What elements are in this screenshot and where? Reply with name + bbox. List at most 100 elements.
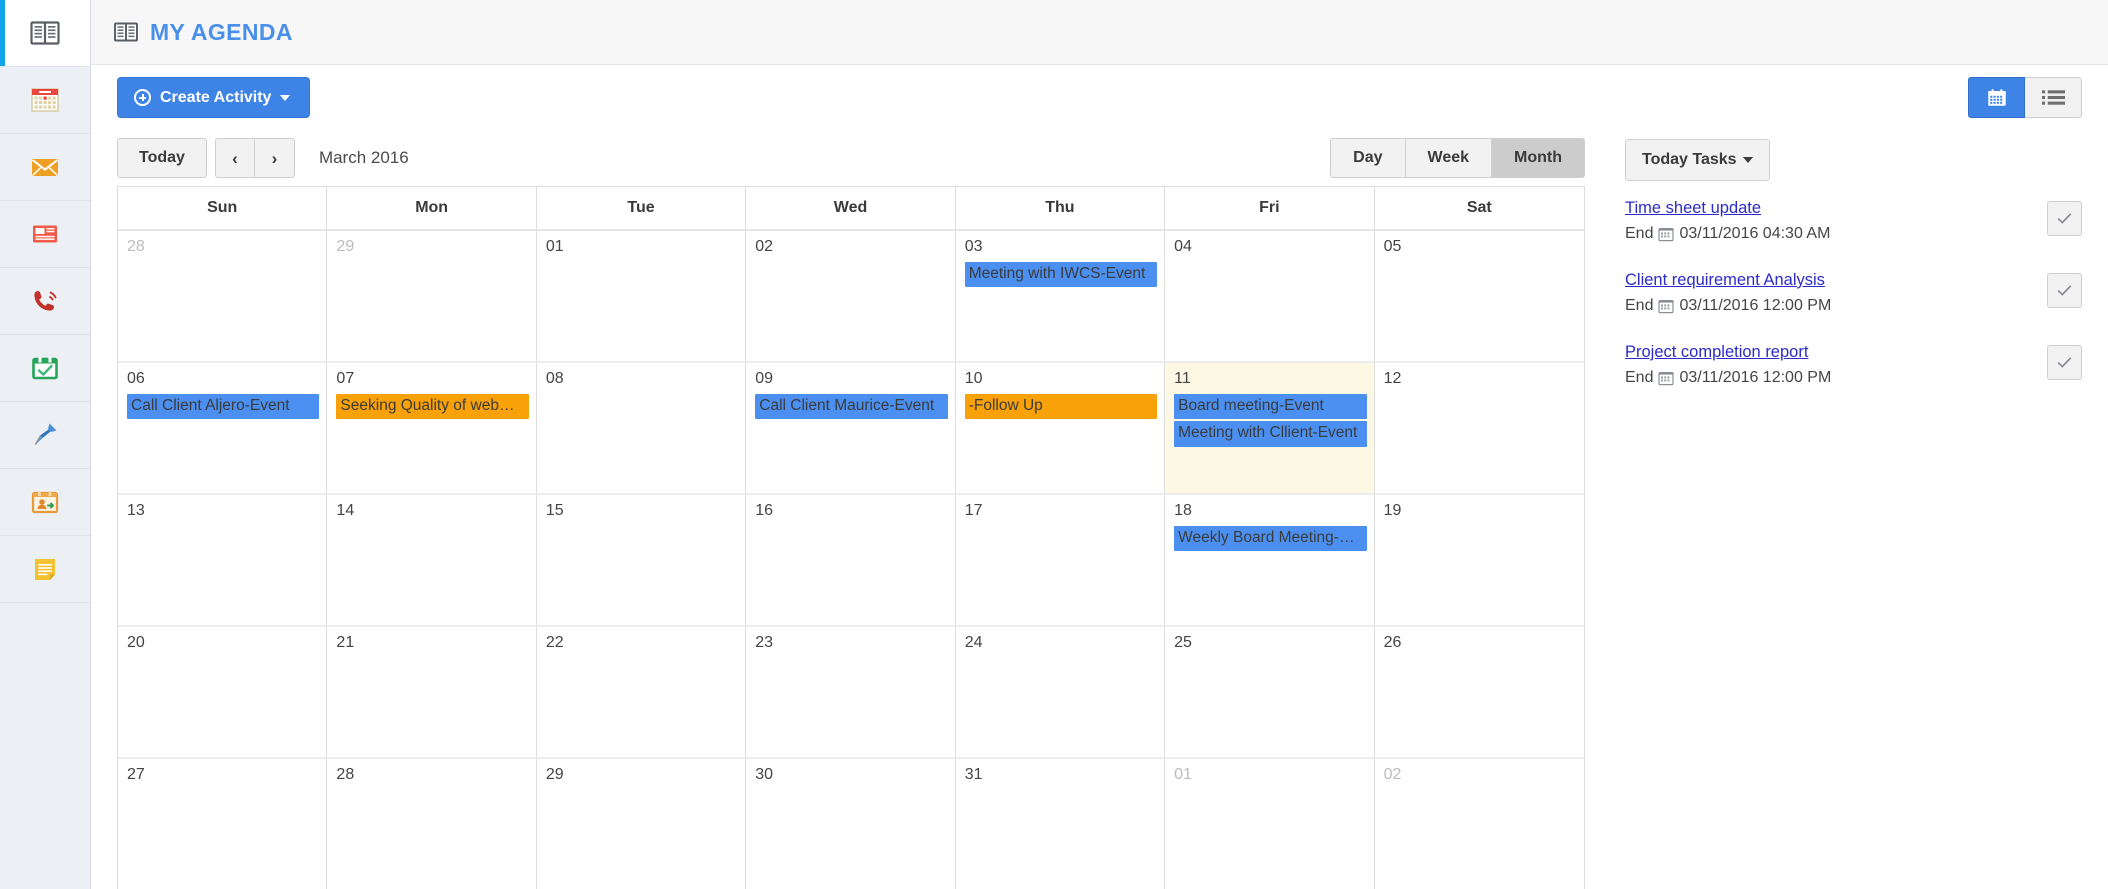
range-button-day[interactable]: Day [1330,138,1406,178]
calendar-day-cell[interactable]: 08 [537,363,747,493]
calendar-day-cell[interactable]: 10 -Follow Up [956,363,1166,493]
task-title-link[interactable]: Project completion report [1625,343,1808,362]
calendar-event[interactable]: Seeking Quality of web… [336,394,529,420]
today-tasks-dropdown[interactable]: Today Tasks [1625,139,1770,181]
task-title-link[interactable]: Time sheet update [1625,199,1761,218]
day-number: 10 [964,370,983,387]
task-complete-button[interactable] [2047,345,2082,380]
list-icon [2041,90,2065,105]
day-number: 02 [755,238,774,255]
calendar-day-cell[interactable]: 27 [118,759,328,889]
calendar-day-cell[interactable]: 25 [1165,627,1375,757]
calendar-day-cell[interactable]: 15 [537,495,747,625]
calendar-event[interactable]: Meeting with Cllient-Event [1174,421,1367,447]
calendar-day-cell[interactable]: 03 Meeting with IWCS-Event [956,231,1166,361]
rail-item-mail[interactable] [0,134,90,201]
day-number: 05 [1383,238,1402,255]
day-number: 27 [127,766,145,783]
calendar-day-cell[interactable]: 04 [1165,231,1375,361]
day-number: 29 [545,766,564,783]
calendar-day-cell[interactable]: 09 Call Client Maurice-Event [746,363,956,493]
day-number: 01 [545,238,564,255]
day-number: 20 [127,634,145,651]
calendar-day-cell[interactable]: 01 [537,231,747,361]
calendar-day-cell[interactable]: 23 [746,627,956,757]
calendar-day-headers: Sun Mon Tue Wed Thu Fri Sat [118,187,1584,231]
range-button-month[interactable]: Month [1492,138,1585,178]
rail-item-tasks[interactable] [0,335,90,402]
calendar-day-cell[interactable]: 18 Weekly Board Meeting-… [1165,495,1375,625]
day-number: 28 [336,766,355,783]
today-button[interactable]: Today [117,138,207,178]
day-number: 22 [545,634,564,651]
calendar-event[interactable]: Meeting with IWCS-Event [964,262,1158,288]
calendar-day-cell[interactable]: 24 [956,627,1166,757]
rail-item-calls[interactable] [0,268,90,335]
calendar-event[interactable]: Call Client Aljero-Event [127,394,320,420]
range-button-week[interactable]: Week [1405,138,1493,178]
rail-item-agenda[interactable] [0,0,90,67]
calendar-day-cell[interactable]: 05 [1375,231,1584,361]
calendar-week-row: 06 Call Client Aljero-Event 07 Seeking Qual… [118,363,1584,495]
calendar-day-cell[interactable]: 19 [1375,495,1584,625]
calendar-day-cell[interactable]: 21 [327,627,537,757]
calendar-day-cell[interactable]: 14 [327,495,537,625]
day-header-label: Mon [415,199,449,216]
list-view-button[interactable] [2025,77,2082,118]
calendar-day-cell[interactable]: 02 [1375,759,1584,889]
next-month-button[interactable]: › [254,138,295,178]
toolbar: Create Activity [91,65,2108,130]
chevron-down-icon [280,94,291,101]
chevron-down-icon [1742,157,1753,163]
calendar-day-cell[interactable]: 06 Call Client Aljero-Event [118,363,328,493]
calendar-event[interactable]: -Follow Up [964,394,1158,420]
calendar-day-cell[interactable]: 12 [1375,363,1584,493]
rail-item-news[interactable] [0,201,90,268]
calendar-day-cell[interactable]: 02 [746,231,956,361]
task-end-datetime: 03/11/2016 12:00 PM [1679,297,1832,314]
rail-item-notes[interactable] [0,536,90,603]
calendar-day-cell[interactable]: 13 [118,495,328,625]
view-toggle-group [1968,77,2082,118]
calendar-event[interactable]: Call Client Maurice-Event [755,394,948,420]
calendar-event[interactable]: Weekly Board Meeting-… [1174,526,1367,552]
calendar-day-cell[interactable]: 28 [327,759,537,889]
day-number: 04 [1174,238,1192,255]
day-number: 15 [545,502,564,519]
month-calendar: Sun Mon Tue Wed Thu Fri Sat 28 29 01 02 03 Meeting … [117,186,1585,889]
mini-calendar-icon [1658,227,1675,242]
calendar-day-cell[interactable]: 17 [956,495,1166,625]
news-list-icon [33,225,57,243]
rail-item-pinned[interactable] [0,402,90,469]
task-complete-button[interactable] [2047,201,2082,236]
day-number: 11 [1174,370,1191,387]
agenda-book-icon [114,22,138,42]
calendar-day-cell[interactable]: 28 [118,231,328,361]
calendar-day-cell[interactable]: 29 [327,231,537,361]
day-number: 01 [1174,766,1192,783]
day-number: 12 [1383,370,1402,387]
calendar-day-cell[interactable]: 29 [537,759,747,889]
day-header-wed: Wed [746,187,956,229]
calendar-view-button[interactable] [1968,77,2025,118]
task-complete-button[interactable] [2047,273,2082,308]
calendar-day-cell[interactable]: 22 [537,627,747,757]
calendar-day-cell[interactable]: 30 [746,759,956,889]
create-activity-button[interactable]: Create Activity [117,77,311,118]
rail-item-contacts[interactable] [0,469,90,536]
calendar-day-cell[interactable]: 16 [746,495,956,625]
day-number: 14 [336,502,355,519]
task-title-link[interactable]: Client requirement Analysis [1625,271,1825,290]
calendar-day-cell[interactable]: 07 Seeking Quality of web… [327,363,537,493]
calendar-day-cell[interactable]: 11 Board meeting-Event Meeting with Cllien… [1165,363,1375,493]
pushpin-icon [34,423,57,446]
calendar-day-cell[interactable]: 20 [118,627,328,757]
calendar-day-cell[interactable]: 31 [956,759,1166,889]
calendar-day-cell[interactable]: 01 [1165,759,1375,889]
calendar-day-cell[interactable]: 26 [1375,627,1584,757]
calendar-event[interactable]: Board meeting-Event [1174,394,1367,420]
task-end-prefix: End [1625,297,1654,314]
rail-item-calendar[interactable] [0,67,90,134]
day-header-mon: Mon [327,187,537,229]
prev-month-button[interactable]: ‹ [214,138,255,178]
